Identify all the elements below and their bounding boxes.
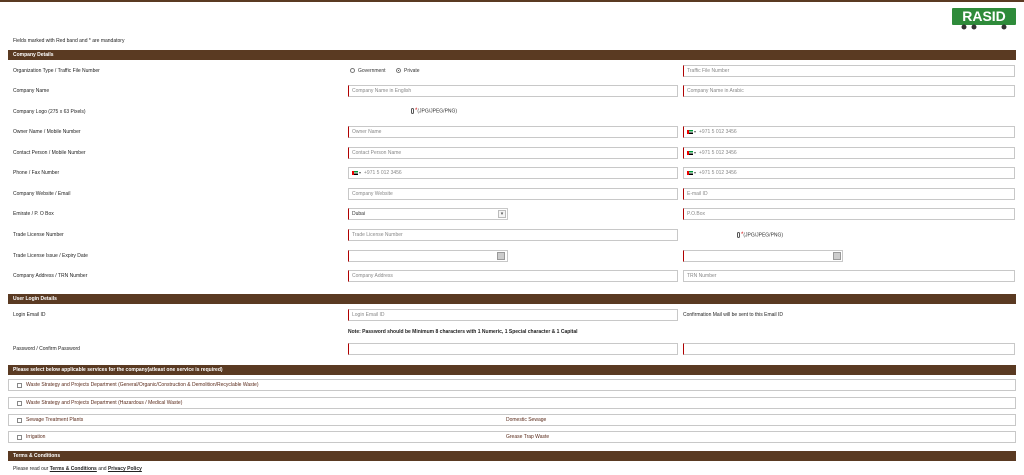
owner-mobile-input[interactable]: ▾ +971 5 012 3456 [683, 126, 1015, 138]
label-website-email: Company Website / Email [13, 191, 71, 197]
company-name-ar-input[interactable]: Company Name in Arabic [683, 85, 1015, 97]
calendar-icon[interactable] [833, 252, 841, 260]
chevron-down-icon: ▾ [694, 129, 697, 134]
paperclip-icon [737, 232, 740, 238]
service-row[interactable]: Waste Strategy and Projects Department (… [8, 379, 1016, 391]
terms-line: Please read our Terms & Conditions and P… [13, 466, 142, 472]
confirm-password-input[interactable] [683, 343, 1015, 355]
uae-flag-icon [352, 170, 358, 175]
label-emirate-po: Emirate / P. O Box [13, 211, 54, 217]
contact-mobile-input[interactable]: ▾ +971 5 012 3456 [683, 147, 1015, 159]
password-input[interactable] [348, 343, 678, 355]
label-org-type: Organization Type / Traffic File Number [13, 68, 100, 74]
checkbox[interactable] [17, 417, 22, 423]
section-terms: Terms & Conditions [8, 451, 1016, 461]
radio-government-dot [350, 68, 355, 74]
label-phone-fax: Phone / Fax Number [13, 170, 60, 176]
terms-link[interactable]: Terms & Conditions [50, 466, 97, 472]
address-input[interactable]: Company Address [348, 270, 678, 282]
top-bar [0, 0, 1024, 2]
company-name-en-input[interactable]: Company Name in English [348, 85, 678, 97]
checkbox[interactable] [17, 400, 22, 406]
login-email-input[interactable]: Login Email ID [348, 309, 678, 321]
paperclip-icon [411, 108, 414, 114]
radio-government[interactable]: Government [350, 67, 386, 75]
label-owner: Owner Name / Mobile Number [13, 129, 81, 135]
chevron-down-icon: ▾ [694, 170, 697, 175]
section-company-details: Company Details [8, 50, 1016, 60]
trade-license-input[interactable]: Trade License Number [348, 229, 678, 241]
label-login-email: Login Email ID [13, 312, 46, 318]
uae-flag-icon [687, 150, 693, 155]
service-row[interactable]: Irrigation Grease Trap Waste [8, 431, 1016, 443]
uae-flag-icon [687, 129, 693, 134]
chevron-down-icon: ▾ [694, 150, 697, 155]
confirm-mail-note: Confirmation Mail will be sent to this E… [683, 312, 784, 318]
label-company-name: Company Name [13, 88, 50, 94]
calendar-icon[interactable] [497, 252, 505, 260]
chevron-down-icon: ▾ [359, 170, 362, 175]
radio-private[interactable]: Private [396, 67, 420, 75]
chevron-down-icon[interactable]: ▾ [498, 210, 506, 218]
service-row[interactable]: Waste Strategy and Projects Department (… [8, 397, 1016, 409]
rasid-logo: RASID [952, 8, 1016, 30]
privacy-link[interactable]: Privacy Policy [108, 466, 142, 472]
trn-input[interactable]: TRN Number [683, 270, 1015, 282]
fax-input[interactable]: ▾ +971 5 012 3456 [683, 167, 1015, 179]
checkbox[interactable] [17, 382, 22, 388]
license-issue-date-input[interactable] [348, 250, 508, 262]
trade-license-upload[interactable]: *(JPG/JPEG/PNG) [737, 232, 783, 238]
contact-name-input[interactable]: Contact Person Name [348, 147, 678, 159]
label-address-trn: Company Address / TRN Number [13, 273, 88, 279]
service-row[interactable]: Sewage Treatment Plants Domestic Sewage [8, 414, 1016, 426]
label-company-logo: Company Logo (275 x 63 Pixels) [13, 109, 86, 115]
phone-input[interactable]: ▾ +971 5 012 3456 [348, 167, 678, 179]
section-user-login: User Login Details [8, 294, 1016, 304]
license-expiry-date-input[interactable] [683, 250, 843, 262]
label-license-dates: Trade License Issue / Expiry Date [13, 253, 88, 259]
mandatory-note: Fields marked with Red band and * are ma… [13, 38, 125, 44]
password-note: Note: Password should be Minimum 8 chara… [348, 329, 578, 335]
email-input[interactable]: E-mail ID [683, 188, 1015, 200]
checkbox[interactable] [17, 434, 22, 440]
radio-private-dot [396, 68, 401, 74]
website-input[interactable]: Company Website [348, 188, 678, 200]
label-contact: Contact Person / Mobile Number [13, 150, 86, 156]
owner-name-input[interactable]: Owner Name [348, 126, 678, 138]
logo-text: RASID [962, 8, 1006, 24]
label-trade-license: Trade License Number [13, 232, 64, 238]
traffic-file-input[interactable]: Traffic File Number [683, 65, 1015, 77]
uae-flag-icon [687, 170, 693, 175]
po-box-input[interactable]: P.O.Box [683, 208, 1015, 220]
label-password: Password / Confirm Password [13, 346, 80, 352]
emirate-select[interactable]: Dubai [348, 208, 508, 220]
section-services: Please select below applicable services … [8, 365, 1016, 375]
logo-upload[interactable]: *(JPG/JPEG/PNG) [411, 108, 457, 114]
